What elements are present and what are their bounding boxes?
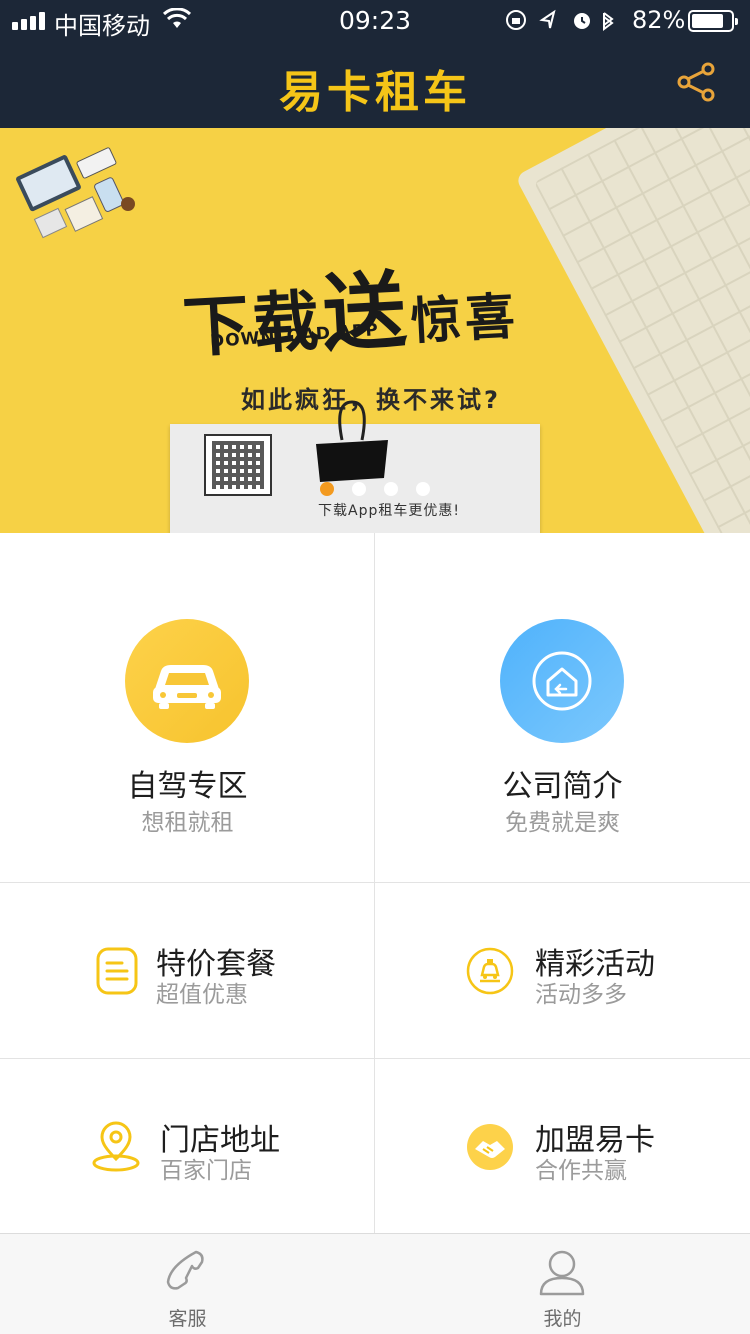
menu-activities-subtitle: 活动多多 bbox=[535, 982, 627, 1008]
keyboard-illustration bbox=[514, 128, 750, 533]
tab-service[interactable]: 客服 bbox=[0, 1234, 375, 1334]
carousel-dot[interactable] bbox=[384, 482, 398, 496]
car-icon bbox=[125, 619, 249, 743]
tab-mine-label: 我的 bbox=[543, 1308, 582, 1330]
phone-icon bbox=[166, 1250, 204, 1290]
menu-stores-subtitle: 百家门店 bbox=[160, 1158, 252, 1184]
carousel-dot[interactable] bbox=[416, 482, 430, 496]
menu-company-title: 公司简介 bbox=[502, 769, 623, 804]
tab-service-label: 客服 bbox=[168, 1308, 207, 1330]
menu-packages-subtitle: 超值优惠 bbox=[156, 982, 248, 1008]
qr-code bbox=[204, 434, 272, 496]
status-bar: 中国移动 09:23 82% bbox=[0, 0, 750, 40]
desk-illustration bbox=[16, 147, 135, 239]
menu-self-drive-subtitle: 想租就租 bbox=[141, 810, 234, 836]
location-icon bbox=[92, 1121, 140, 1172]
app-title: 易卡租车 bbox=[279, 67, 471, 118]
banner-headline: 下载送惊喜 bbox=[179, 237, 521, 375]
banner-headline-2: 送 bbox=[319, 260, 413, 364]
banner-paper-text: 下载App租车更优惠! bbox=[318, 503, 460, 519]
banner-headline-3: 惊喜 bbox=[409, 287, 521, 351]
tab-bar: 客服 我的 bbox=[0, 1233, 750, 1334]
user-icon bbox=[539, 1250, 585, 1296]
promo-banner[interactable]: 下载送惊喜 DOWNLOAD APP 如此疯狂，换不来试? 下载App租车更优惠… bbox=[0, 128, 750, 533]
list-icon bbox=[96, 947, 138, 995]
home-icon bbox=[500, 619, 624, 743]
menu-packages[interactable]: 特价套餐 超值优惠 bbox=[0, 883, 375, 1059]
menu-company[interactable]: 公司简介 免费就是爽 bbox=[375, 533, 750, 883]
carousel-dots bbox=[320, 482, 440, 496]
location-arrow-icon bbox=[539, 9, 556, 29]
bluetooth-icon bbox=[603, 12, 614, 31]
menu-grid: 自驾专区 想租就租 公司简介 免费就是爽 特价套餐 超值优惠 精彩活动 活动多多… bbox=[0, 533, 750, 1233]
battery-percent: 82% bbox=[632, 6, 686, 34]
menu-self-drive[interactable]: 自驾专区 想租就租 bbox=[0, 533, 375, 883]
tab-mine[interactable]: 我的 bbox=[375, 1234, 750, 1334]
taxi-icon bbox=[466, 947, 514, 995]
binder-clip-icon bbox=[316, 400, 388, 482]
menu-self-drive-title: 自驾专区 bbox=[127, 769, 248, 804]
handshake-icon bbox=[467, 1124, 513, 1170]
menu-company-subtitle: 免费就是爽 bbox=[505, 810, 620, 836]
menu-stores[interactable]: 门店地址 百家门店 bbox=[0, 1059, 375, 1233]
rotation-lock-icon bbox=[506, 10, 526, 30]
carousel-dot[interactable] bbox=[352, 482, 366, 496]
alarm-icon bbox=[574, 13, 590, 29]
share-icon[interactable] bbox=[672, 60, 722, 104]
battery-icon bbox=[688, 10, 738, 32]
status-icons bbox=[506, 9, 614, 31]
menu-franchise-subtitle: 合作共赢 bbox=[535, 1158, 627, 1184]
top-bar: 中国移动 09:23 82% 易卡租车 bbox=[0, 0, 750, 128]
menu-franchise[interactable]: 加盟易卡 合作共赢 bbox=[375, 1059, 750, 1233]
menu-activities[interactable]: 精彩活动 活动多多 bbox=[375, 883, 750, 1059]
carousel-dot[interactable] bbox=[320, 482, 334, 496]
